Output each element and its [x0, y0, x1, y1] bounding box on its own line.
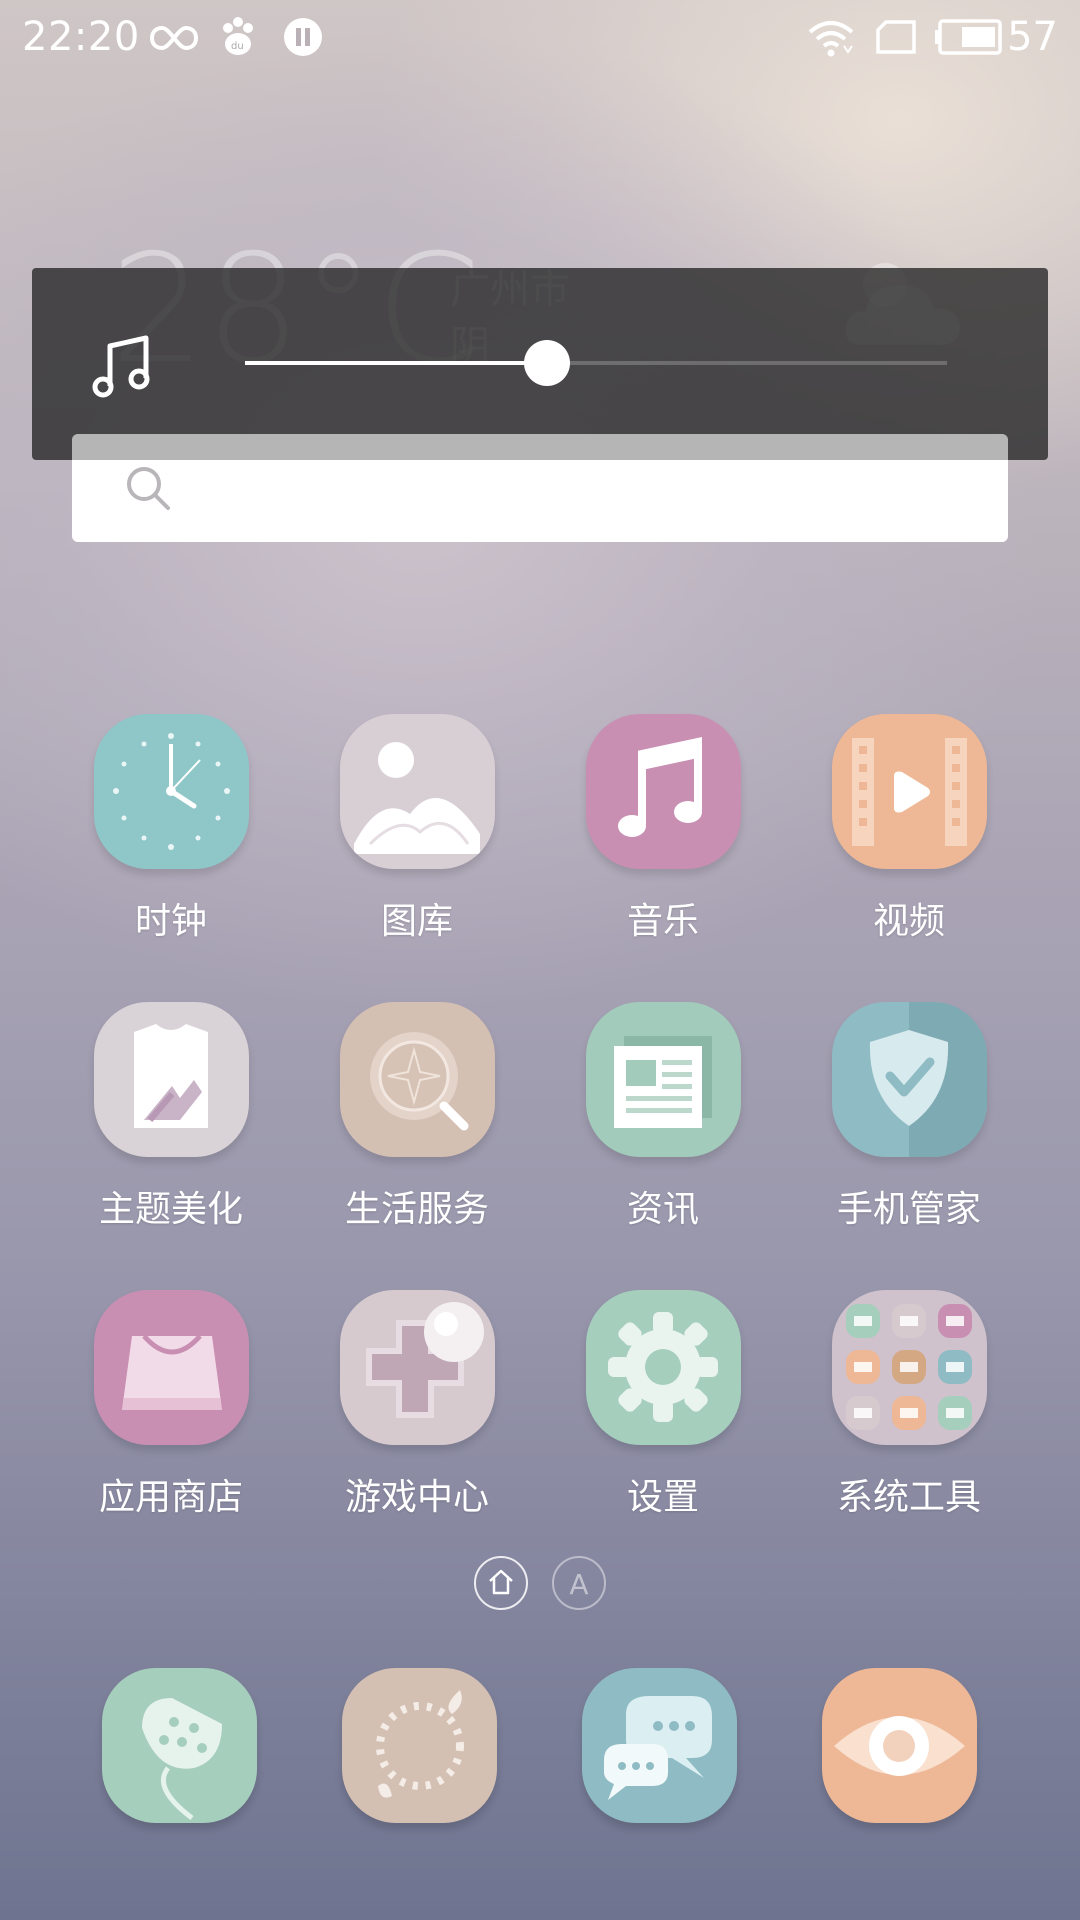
app-label: 主题美化 [98, 1189, 243, 1230]
home-icon [487, 1568, 515, 1600]
baidu-paw-icon: du [218, 16, 258, 62]
clock-icon [94, 714, 249, 869]
gallery-icon [340, 714, 495, 869]
search-bar-shadow [72, 434, 1008, 460]
app-system-tools[interactable]: 系统工具 [786, 1290, 1032, 1520]
app-label: 游戏中心 [344, 1477, 489, 1518]
music-icon [586, 714, 741, 869]
page-indicator-letter: A [569, 1568, 589, 1601]
shield-icon [832, 1002, 987, 1157]
page-indicator-home[interactable] [474, 1556, 528, 1610]
gear-icon [586, 1290, 741, 1445]
app-theme[interactable]: 主题美化 [48, 1002, 294, 1232]
app-label: 应用商店 [98, 1477, 243, 1518]
app-store[interactable]: 应用商店 [48, 1290, 294, 1520]
sim-card-icon [876, 20, 916, 58]
app-label: 图库 [380, 901, 453, 942]
video-icon [832, 714, 987, 869]
app-label: 时钟 [134, 901, 207, 942]
app-label: 生活服务 [344, 1189, 489, 1230]
infinity-icon [148, 20, 200, 60]
app-game-center[interactable]: 游戏中心 [294, 1290, 540, 1520]
news-icon [586, 1002, 741, 1157]
app-life-service[interactable]: 生活服务 [294, 1002, 540, 1232]
svg-text:du: du [231, 41, 244, 52]
game-icon [340, 1290, 495, 1445]
app-settings[interactable]: 设置 [540, 1290, 786, 1520]
search-icon [124, 464, 172, 516]
app-label: 手机管家 [836, 1189, 981, 1230]
shopping-bag-icon [94, 1290, 249, 1445]
app-label: 资讯 [626, 1189, 699, 1230]
app-video[interactable]: 视频 [786, 714, 1032, 944]
page-indicator-a[interactable]: A [552, 1556, 606, 1610]
battery-percentage: 57 [1007, 14, 1058, 60]
app-news[interactable]: 资讯 [540, 1002, 786, 1232]
app-gallery[interactable]: 图库 [294, 714, 540, 944]
search-input[interactable] [192, 458, 976, 520]
status-time: 22:20 [22, 14, 140, 60]
volume-slider[interactable] [245, 340, 947, 386]
app-clock[interactable]: 时钟 [48, 714, 294, 944]
status-bar: 22:20 du 57 [0, 0, 1080, 76]
camera-icon[interactable] [822, 1668, 977, 1823]
life-service-icon [340, 1002, 495, 1157]
lotus-icon[interactable] [102, 1668, 257, 1823]
app-label: 音乐 [626, 901, 699, 942]
app-phone-manager[interactable]: 手机管家 [786, 1002, 1032, 1232]
pause-icon [282, 16, 324, 62]
app-label: 视频 [872, 901, 945, 942]
folder-icon [832, 1290, 987, 1445]
theme-icon [94, 1002, 249, 1157]
app-music[interactable]: 音乐 [540, 714, 786, 944]
wifi-icon [808, 20, 854, 62]
battery-icon [934, 18, 1004, 60]
messages-icon[interactable] [582, 1668, 737, 1823]
app-label: 系统工具 [836, 1477, 981, 1518]
app-label: 设置 [626, 1477, 699, 1518]
music-note-icon [88, 330, 158, 404]
volume-slider-fill [245, 361, 547, 365]
volume-slider-thumb[interactable] [523, 340, 570, 386]
browser-icon[interactable] [342, 1668, 497, 1823]
volume-overlay[interactable] [32, 268, 1048, 460]
